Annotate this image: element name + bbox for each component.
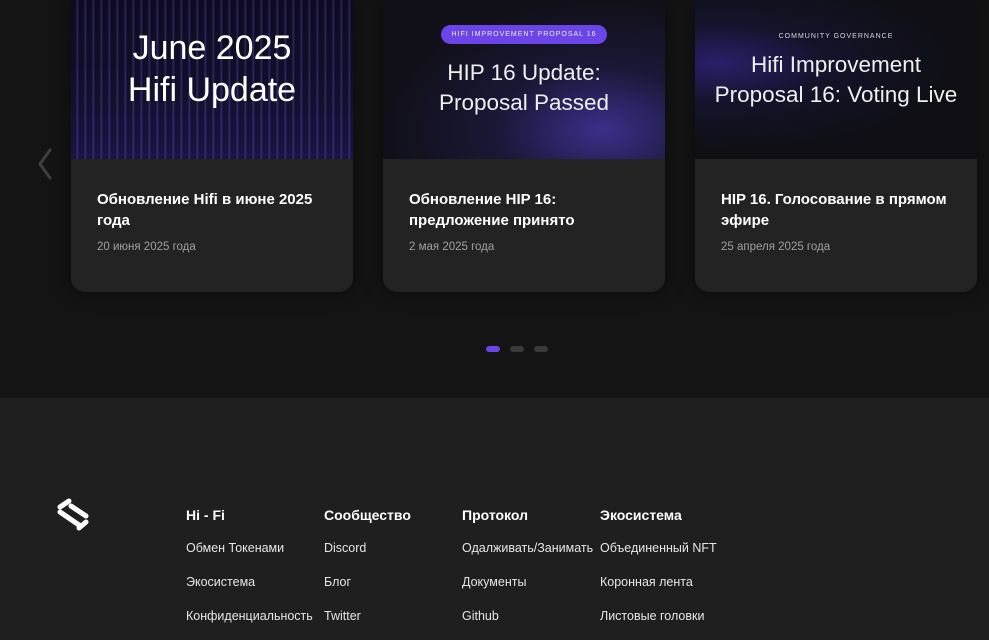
footer-link[interactable]: Документы xyxy=(462,575,593,591)
footer-link[interactable]: Конфиденциальность xyxy=(186,609,313,625)
cover-headline-line: Hifi Update xyxy=(127,71,297,109)
card-cover-image: HIFI IMPROVEMENT PROPOSAL 16 HIP 16 Upda… xyxy=(383,0,665,159)
chevron-left-icon xyxy=(38,148,52,180)
cover-headline-line: June 2025 xyxy=(132,29,292,67)
footer-column-title: Сообщество xyxy=(324,507,411,523)
cover-eyebrow: COMMUNITY GOVERNANCE xyxy=(778,33,894,40)
cover-headline-line: Proposal 16: Voting Live xyxy=(714,82,958,107)
hifi-logo-icon[interactable] xyxy=(55,498,91,532)
pagination-dot[interactable] xyxy=(486,346,500,352)
footer-link[interactable]: Экосистема xyxy=(186,575,313,591)
cover-pill-badge: HIFI IMPROVEMENT PROPOSAL 16 xyxy=(441,25,607,44)
card-cover-image: COMMUNITY GOVERNANCE Hifi Improvement Pr… xyxy=(695,0,977,159)
cover-headline-line: HIP 16 Update: xyxy=(447,60,601,85)
footer-column-title: Протокол xyxy=(462,507,528,523)
footer-column-title: Hi - Fi xyxy=(186,507,225,523)
footer-column-hifi: Hi - Fi Обмен Токенами Экосистема Конфид… xyxy=(186,507,313,625)
footer-column-title: Экосистема xyxy=(600,507,682,523)
card-body: HIP 16. Голосование в прямом эфире 25 ап… xyxy=(695,159,977,292)
site-footer: Hi - Fi Обмен Токенами Экосистема Конфид… xyxy=(0,398,989,640)
card-title[interactable]: HIP 16. Голосование в прямом эфире xyxy=(721,189,951,231)
cover-headline-line: Proposal Passed xyxy=(438,90,610,115)
card-date: 20 июня 2025 года xyxy=(97,241,196,253)
footer-link[interactable]: Discord xyxy=(324,541,411,557)
blog-card[interactable]: COMMUNITY GOVERNANCE Hifi Improvement Pr… xyxy=(695,0,977,292)
card-body: Обновление HIP 16: предложение принято 2… xyxy=(383,159,665,292)
card-cover-image: June 2025 Hifi Update xyxy=(71,0,353,159)
card-title[interactable]: Обновление Hifi в июне 2025 года xyxy=(97,189,327,231)
blog-carousel: June 2025 Hifi Update Обновление Hifi в … xyxy=(0,0,989,398)
cover-headline-line: Hifi Improvement xyxy=(750,52,922,77)
cover-headline: June 2025 Hifi Update xyxy=(71,27,353,111)
footer-link[interactable]: Коронная лента xyxy=(600,575,717,591)
card-body: Обновление Hifi в июне 2025 года 20 июня… xyxy=(71,159,353,292)
pagination-dot[interactable] xyxy=(534,346,548,352)
card-title[interactable]: Обновление HIP 16: предложение принято xyxy=(409,189,639,231)
footer-link[interactable]: Листовые головки xyxy=(600,609,717,625)
cover-headline: HIP 16 Update: Proposal Passed xyxy=(383,58,665,118)
footer-link[interactable]: Одалживать/Занимать xyxy=(462,541,593,557)
cover-headline: Hifi Improvement Proposal 16: Voting Liv… xyxy=(695,50,977,110)
footer-column-community: Сообщество Discord Блог Twitter xyxy=(324,507,411,625)
footer-link[interactable]: Github xyxy=(462,609,593,625)
footer-link[interactable]: Twitter xyxy=(324,609,411,625)
pagination-dot[interactable] xyxy=(510,346,524,352)
carousel-prev-button[interactable] xyxy=(34,146,58,182)
card-date: 25 апреля 2025 года xyxy=(721,241,831,253)
blog-card[interactable]: June 2025 Hifi Update Обновление Hifi в … xyxy=(71,0,353,292)
card-date: 2 мая 2025 года xyxy=(409,241,495,253)
carousel-pagination xyxy=(486,346,548,352)
blog-card[interactable]: HIFI IMPROVEMENT PROPOSAL 16 HIP 16 Upda… xyxy=(383,0,665,292)
footer-column-ecosystem: Экосистема Объединенный NFT Коронная лен… xyxy=(600,507,717,625)
footer-link[interactable]: Обмен Токенами xyxy=(186,541,313,557)
footer-link[interactable]: Блог xyxy=(324,575,411,591)
footer-column-protocol: Протокол Одалживать/Занимать Документы G… xyxy=(462,507,593,625)
footer-link[interactable]: Объединенный NFT xyxy=(600,541,717,557)
